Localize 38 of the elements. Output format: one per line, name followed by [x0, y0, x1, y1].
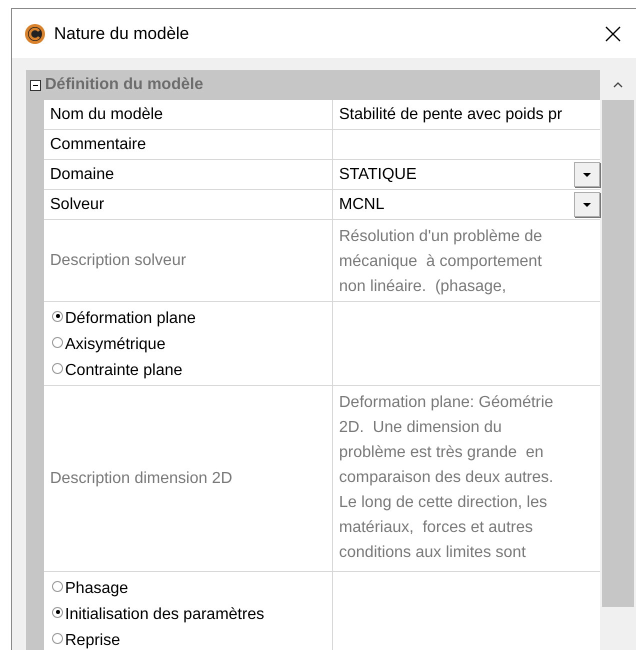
property-name: Nom du modèle	[50, 106, 163, 124]
scroll-thumb[interactable]	[602, 100, 634, 607]
radio-option[interactable]: Initialisation des paramètres	[50, 602, 332, 628]
property-value: STATIQUE	[339, 166, 417, 184]
property-value: Stabilité de pente avec poids pr	[339, 106, 562, 124]
description-text: Deformation plane: Géométrie 2D. Une dimension du problème est très grande en comparaison des deux autres. Le long de cette direction, les matériaux, forces et autres conditions aux limites sont	[339, 393, 554, 563]
dropdown-field[interactable]: MCNL	[333, 190, 600, 220]
radio-button[interactable]	[52, 310, 63, 322]
property-name: Commentaire	[50, 136, 146, 154]
radio-option[interactable]: Déformation plane	[50, 306, 332, 332]
property-name: Description solveur	[50, 252, 186, 270]
close-icon	[605, 26, 621, 42]
radio-button[interactable]	[52, 580, 63, 592]
caret-icon	[583, 172, 591, 176]
radio-option[interactable]: Axisymétrique	[50, 332, 332, 358]
property-value-field[interactable]	[333, 130, 600, 160]
radio-option[interactable]: Reprise	[50, 628, 332, 650]
radio-button[interactable]	[52, 362, 63, 374]
property-value: MCNL	[339, 196, 384, 214]
description-text: Résolution d'un problème de mécanique à comportement non linéaire. (phasage,	[339, 227, 544, 297]
property-name: Solveur	[50, 196, 104, 214]
radio-option[interactable]: Contrainte plane	[50, 358, 332, 384]
collapse-toggle[interactable]	[30, 80, 41, 90]
property-value-field[interactable]: Stabilité de pente avec poids pr	[333, 100, 600, 130]
dropdown-field[interactable]: STATIQUE	[333, 160, 600, 190]
dropdown-button[interactable]	[574, 162, 600, 187]
radio-button[interactable]	[52, 336, 63, 348]
window-title: Nature du modèle	[54, 24, 190, 44]
app-logo-icon	[24, 22, 46, 44]
caret-icon	[583, 202, 591, 206]
radio-button[interactable]	[52, 632, 63, 644]
radio-button[interactable]	[52, 606, 63, 618]
category-title: Définition du modèle	[45, 76, 204, 94]
dropdown-button[interactable]	[574, 192, 600, 217]
chevron-up-icon	[613, 82, 623, 88]
radio-option[interactable]: Phasage	[50, 576, 332, 602]
property-name: Description dimension 2D	[50, 470, 232, 488]
property-name: Domaine	[50, 166, 114, 184]
